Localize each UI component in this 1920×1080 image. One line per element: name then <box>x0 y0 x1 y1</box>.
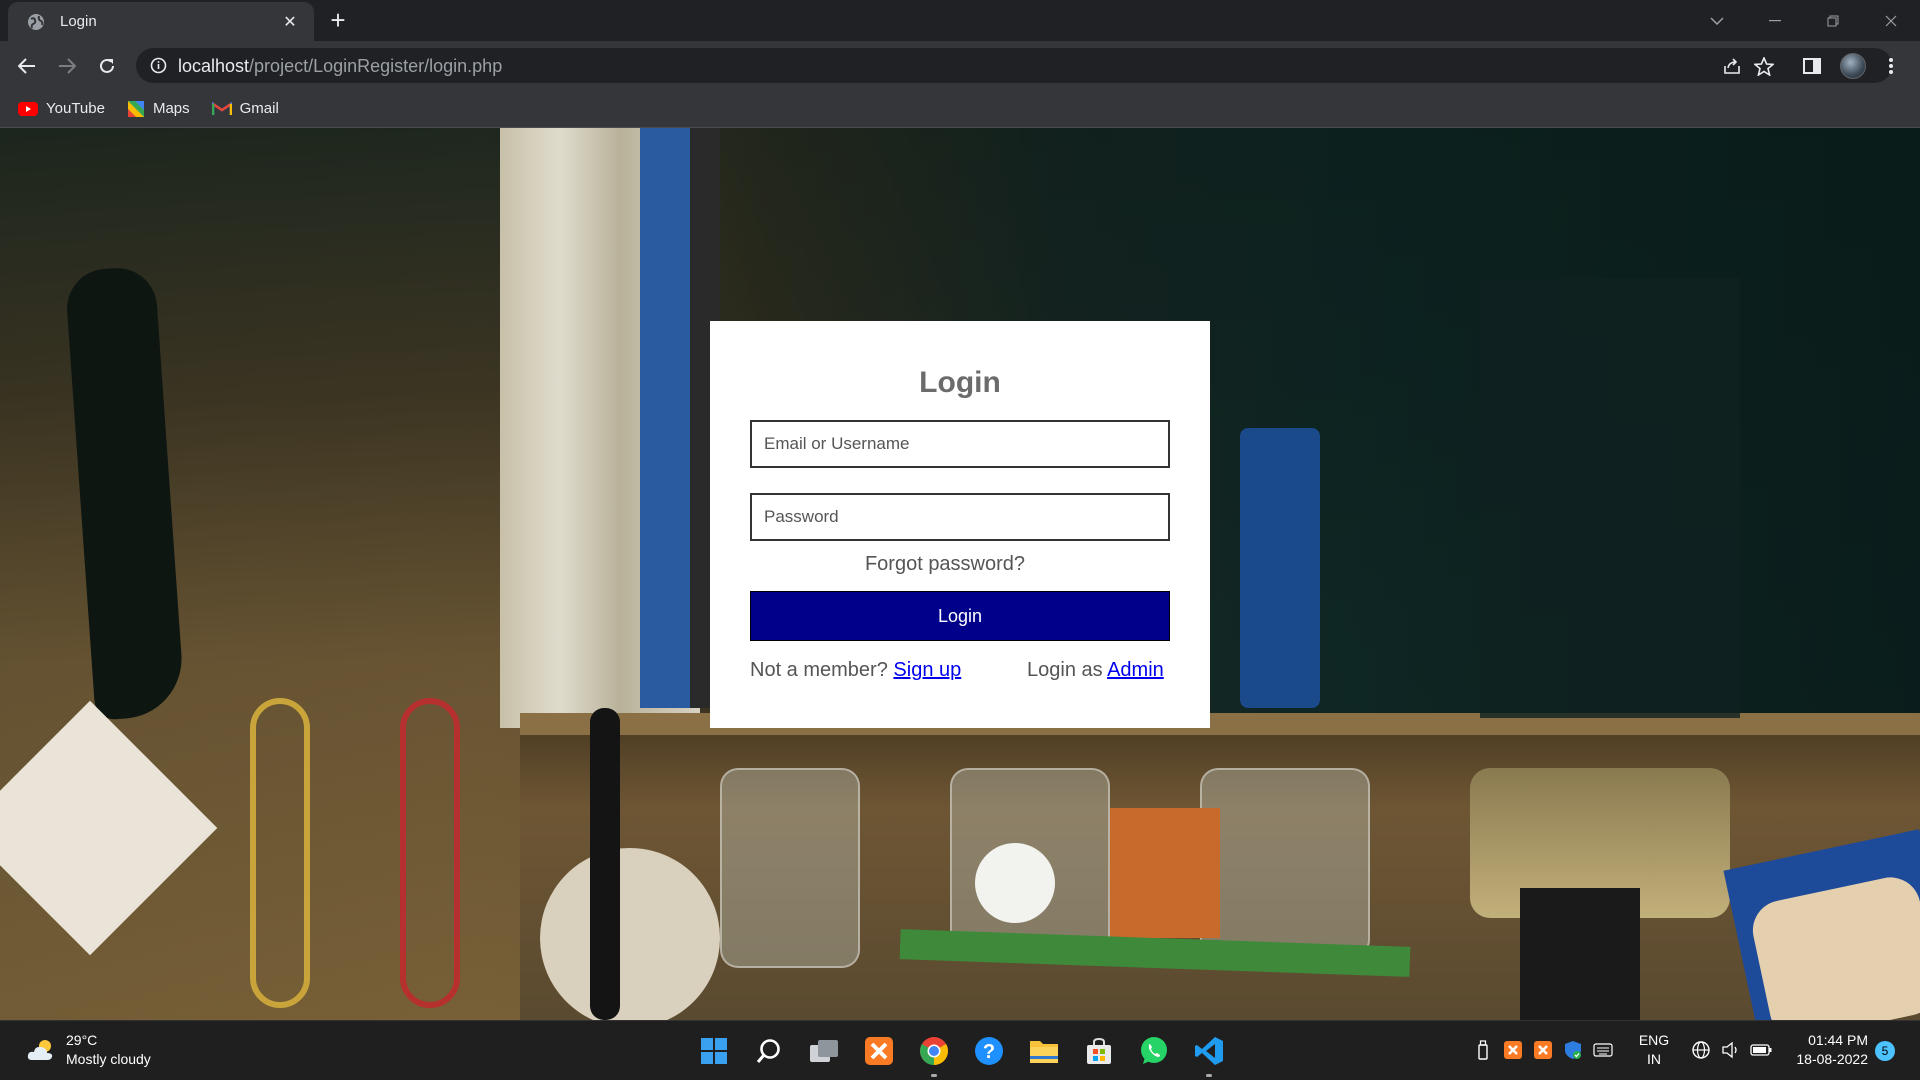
bookmark-label: Maps <box>152 100 190 117</box>
search-icon[interactable] <box>749 1031 789 1071</box>
bookmarks-bar: YouTube Maps Gmail <box>0 90 1920 128</box>
restore-icon[interactable] <box>1804 0 1862 41</box>
file-explorer-icon[interactable] <box>1024 1031 1064 1071</box>
admin-prompt: Login as Admin <box>1027 659 1164 682</box>
signup-prompt: Not a member? Sign up <box>750 659 961 682</box>
status-icons[interactable] <box>1690 1039 1780 1061</box>
url-host: localhost <box>178 56 250 76</box>
address-bar[interactable]: localhost/project/LoginRegister/login.ph… <box>136 48 1892 83</box>
weather-widget[interactable]: 29°C Mostly cloudy <box>26 1031 151 1069</box>
login-card: Login Forgot password? Login Not a membe… <box>710 321 1210 728</box>
signup-link[interactable]: Sign up <box>893 659 961 681</box>
gmail-icon <box>211 101 232 116</box>
windows-start-icon[interactable] <box>694 1031 734 1071</box>
vscode-icon[interactable] <box>1189 1031 1229 1077</box>
reload-icon[interactable] <box>92 51 122 81</box>
svg-text:?: ? <box>983 1041 995 1063</box>
share-icon[interactable] <box>1721 56 1743 76</box>
bookmark-star-icon[interactable] <box>1753 56 1775 76</box>
clock[interactable]: 01:44 PM 18-08-2022 <box>1784 1031 1868 1069</box>
xampp-tray-icon[interactable] <box>1502 1039 1524 1061</box>
microsoft-store-icon[interactable] <box>1079 1031 1119 1071</box>
taskbar: 29°C Mostly cloudy ? ENG IN 01:44 PM 18-… <box>0 1020 1920 1080</box>
weather-temp: 29°C <box>66 1032 98 1048</box>
battery-icon <box>1750 1039 1772 1061</box>
volume-icon <box>1720 1039 1742 1061</box>
language-indicator[interactable]: ENG IN <box>1636 1031 1672 1069</box>
cloud-sun-icon <box>26 1038 56 1062</box>
whatsapp-icon[interactable] <box>1134 1031 1174 1071</box>
url-text: localhost/project/LoginRegister/login.ph… <box>178 56 502 77</box>
chrome-icon[interactable] <box>914 1031 954 1077</box>
admin-link[interactable]: Admin <box>1107 659 1164 681</box>
browser-toolbar: localhost/project/LoginRegister/login.ph… <box>0 41 1920 90</box>
email-field[interactable] <box>750 420 1170 468</box>
forgot-password-link[interactable]: Forgot password? <box>710 553 1180 576</box>
network-globe-icon <box>1690 1039 1712 1061</box>
security-shield-icon[interactable] <box>1562 1039 1584 1061</box>
globe-icon <box>26 12 46 32</box>
running-indicator <box>931 1074 937 1077</box>
bookmark-label: YouTube <box>46 100 105 117</box>
bookmark-maps[interactable]: Maps <box>127 100 190 118</box>
page-viewport: Login Forgot password? Login Not a membe… <box>0 128 1920 1020</box>
side-panel-icon[interactable] <box>1797 51 1827 81</box>
tab-title: Login <box>60 13 97 30</box>
xampp-tray-icon-2[interactable] <box>1532 1039 1554 1061</box>
close-tab-icon[interactable]: ✕ <box>278 12 302 32</box>
profile-avatar[interactable] <box>1838 51 1868 81</box>
running-indicator <box>1206 1074 1212 1077</box>
back-icon[interactable] <box>12 51 42 81</box>
help-icon[interactable]: ? <box>969 1031 1009 1071</box>
minimize-icon[interactable] <box>1746 0 1804 41</box>
chrome-menu-icon[interactable] <box>1876 51 1906 81</box>
bookmark-label: Gmail <box>239 100 279 117</box>
not-member-text: Not a member? <box>750 659 888 681</box>
weather-desc: Mostly cloudy <box>66 1051 151 1067</box>
login-button[interactable]: Login <box>750 591 1170 641</box>
bookmark-youtube[interactable]: YouTube <box>18 100 105 117</box>
usb-icon[interactable] <box>1472 1039 1494 1061</box>
forward-icon[interactable] <box>52 51 82 81</box>
lang-region: IN <box>1647 1051 1661 1067</box>
login-as-text: Login as <box>1027 659 1103 681</box>
tab-search-icon[interactable] <box>1688 0 1746 41</box>
taskbar-apps: ? <box>694 1031 1244 1077</box>
task-view-icon[interactable] <box>804 1031 844 1071</box>
login-title: Login <box>919 366 1001 399</box>
avatar <box>1840 53 1866 79</box>
clock-time: 01:44 PM <box>1808 1032 1868 1048</box>
url-path: /project/LoginRegister/login.php <box>249 56 503 76</box>
keyboard-icon[interactable] <box>1592 1039 1614 1061</box>
new-tab-button[interactable]: + <box>325 7 351 34</box>
tab-login[interactable]: Login ✕ <box>8 2 314 41</box>
clock-date: 18-08-2022 <box>1796 1051 1868 1067</box>
xampp-icon[interactable] <box>859 1031 899 1071</box>
maps-icon <box>127 100 145 118</box>
window-controls <box>1688 0 1920 41</box>
close-window-icon[interactable] <box>1862 0 1920 41</box>
notification-badge[interactable]: 5 <box>1875 1041 1895 1061</box>
lang-code: ENG <box>1638 1032 1670 1048</box>
password-field[interactable] <box>750 493 1170 541</box>
youtube-icon <box>18 101 38 116</box>
system-tray <box>1472 1039 1622 1061</box>
site-info-icon[interactable] <box>150 57 167 79</box>
tab-strip: Login ✕ + <box>0 0 1920 41</box>
bookmark-gmail[interactable]: Gmail <box>211 100 279 117</box>
